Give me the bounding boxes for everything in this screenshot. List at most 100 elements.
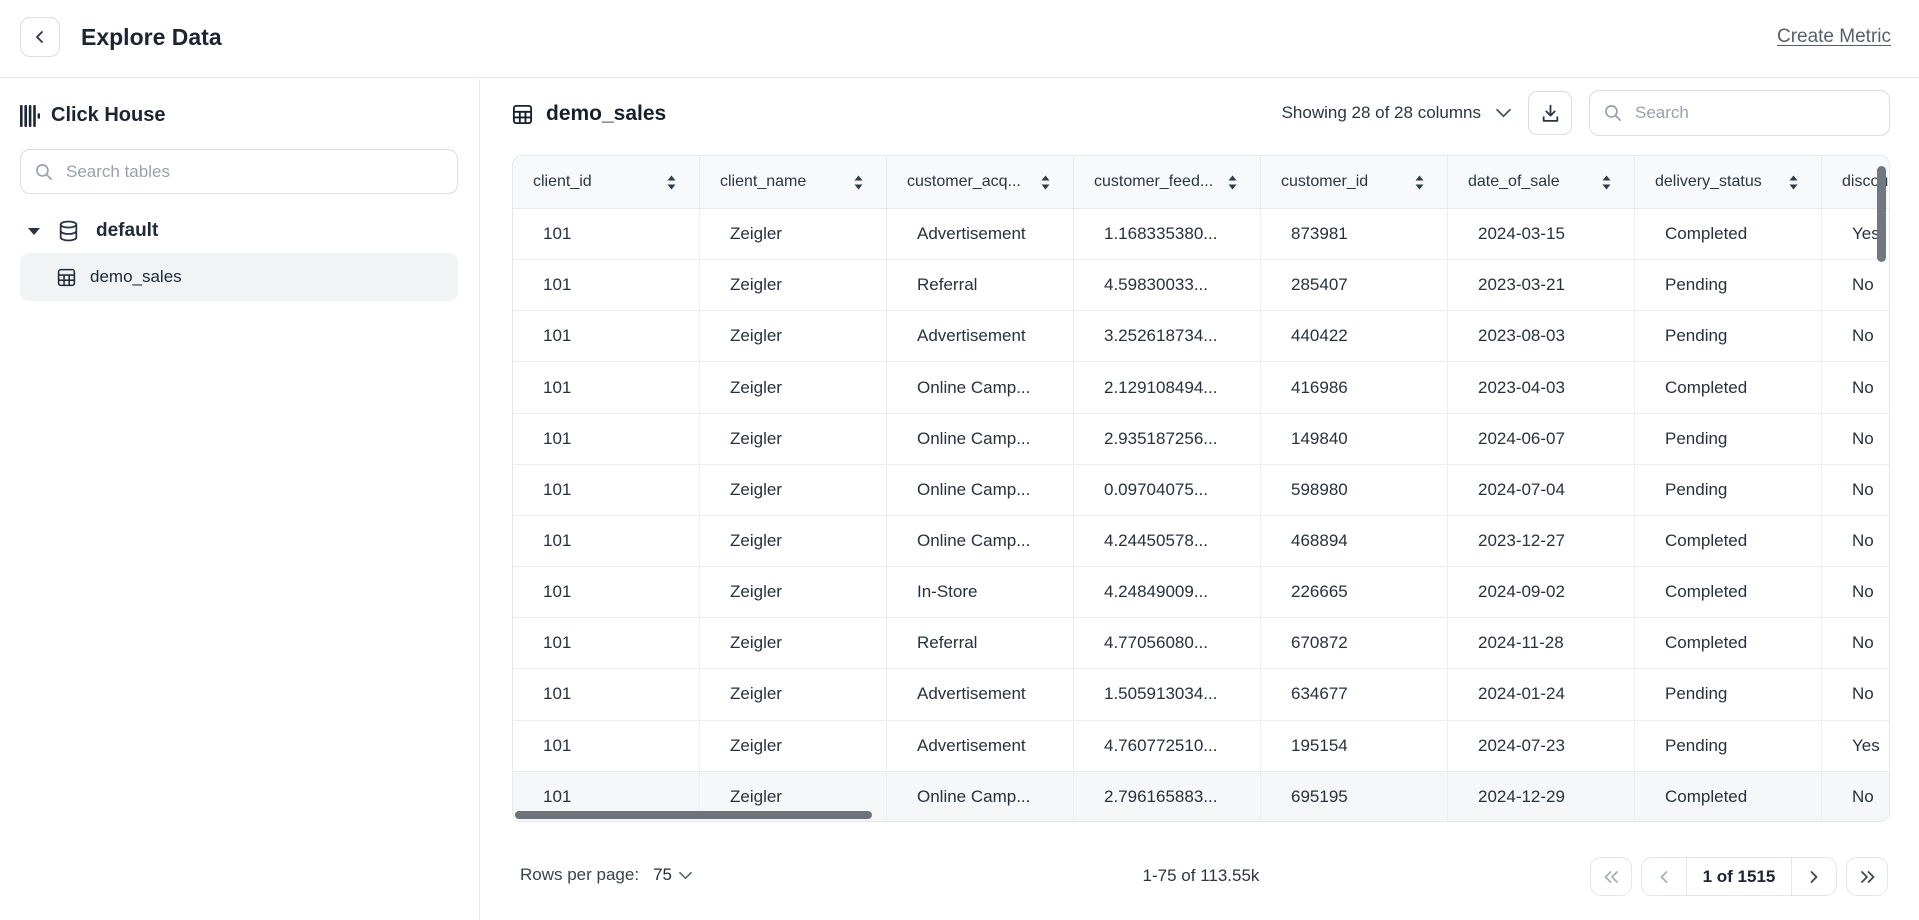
table-cell: Completed — [1635, 772, 1822, 822]
pagination: 1 of 1515 — [1590, 857, 1888, 896]
sort-arrows-icon[interactable] — [853, 175, 864, 190]
table-cell: No — [1822, 311, 1890, 361]
table-cell: Referral — [887, 618, 1074, 668]
next-page-button[interactable] — [1791, 858, 1836, 895]
double-chevron-right-icon — [1859, 870, 1876, 884]
column-header[interactable]: client_id — [513, 156, 700, 208]
table-cell: 2023-08-03 — [1448, 311, 1635, 361]
table-cell: Advertisement — [887, 669, 1074, 719]
table-cell: 2024-11-28 — [1448, 618, 1635, 668]
table-search-input[interactable] — [1633, 102, 1875, 124]
sort-arrows-icon[interactable] — [1788, 175, 1799, 190]
table-cell: 598980 — [1261, 465, 1448, 515]
table-cell: 101 — [513, 618, 700, 668]
chevron-left-icon — [32, 29, 48, 45]
table-cell: Online Camp... — [887, 772, 1074, 822]
column-header[interactable]: date_of_sale — [1448, 156, 1635, 208]
column-header-label: customer_acq... — [907, 173, 1021, 191]
table-row[interactable]: 101ZeiglerOnline Camp...4.24450578...468… — [513, 516, 1890, 567]
table-cell: Completed — [1635, 618, 1822, 668]
column-header[interactable]: client_name — [700, 156, 887, 208]
table-cell: 2.129108494... — [1074, 362, 1261, 412]
table-cell: Completed — [1635, 567, 1822, 617]
table-row[interactable]: 101ZeiglerAdvertisement1.168335380...873… — [513, 209, 1890, 260]
table-cell: 873981 — [1261, 209, 1448, 259]
previous-page-button[interactable] — [1642, 858, 1687, 895]
column-header[interactable]: delivery_status — [1635, 156, 1822, 208]
table-cell: 226665 — [1261, 567, 1448, 617]
sort-arrows-icon[interactable] — [1601, 175, 1612, 190]
sort-arrows-icon[interactable] — [1227, 175, 1238, 190]
table-cell: Online Camp... — [887, 362, 1074, 412]
table-row[interactable]: 101ZeiglerReferral4.77056080...670872202… — [513, 618, 1890, 669]
create-metric-link[interactable]: Create Metric — [1777, 26, 1891, 48]
column-header-label: delivery_status — [1655, 173, 1762, 191]
table-row[interactable]: 101ZeiglerReferral4.59830033...285407202… — [513, 260, 1890, 311]
table-cell: 670872 — [1261, 618, 1448, 668]
table-cell: 4.59830033... — [1074, 260, 1261, 310]
table-cell: Referral — [887, 260, 1074, 310]
download-icon — [1540, 103, 1561, 124]
sort-arrows-icon[interactable] — [1040, 175, 1051, 190]
sort-arrows-icon[interactable] — [666, 175, 677, 190]
table-cell: 0.09704075... — [1074, 465, 1261, 515]
sidebar-item-database-default[interactable]: default — [27, 212, 158, 250]
database-icon — [56, 219, 81, 244]
search-icon — [1604, 104, 1622, 122]
column-header[interactable]: customer_id — [1261, 156, 1448, 208]
table-cell: 2.796165883... — [1074, 772, 1261, 822]
table-cell: 1.168335380... — [1074, 209, 1261, 259]
table-cell: 101 — [513, 311, 700, 361]
table-cell: No — [1822, 669, 1890, 719]
datasource-name: Click House — [51, 104, 165, 127]
table-cell: Pending — [1635, 414, 1822, 464]
main-panel: demo_sales Showing 28 of 28 columns clie… — [481, 79, 1919, 920]
table-row[interactable]: 101ZeiglerAdvertisement4.760772510...195… — [513, 721, 1890, 772]
table-cell: Online Camp... — [887, 516, 1074, 566]
double-chevron-left-icon — [1603, 870, 1620, 884]
chevron-down-icon — [1496, 108, 1511, 118]
column-header[interactable]: customer_acq... — [887, 156, 1074, 208]
sidebar-item-demo-sales[interactable]: demo_sales — [20, 253, 458, 301]
table-cell: Zeigler — [700, 362, 887, 412]
table-cell: 2024-06-07 — [1448, 414, 1635, 464]
columns-visibility-dropdown[interactable]: Showing 28 of 28 columns — [1282, 103, 1511, 123]
table-row[interactable]: 101ZeiglerAdvertisement1.505913034...634… — [513, 669, 1890, 720]
first-page-button[interactable] — [1590, 857, 1632, 896]
table-cell: 101 — [513, 260, 700, 310]
search-tables-input[interactable] — [64, 161, 443, 183]
table-cell: Zeigler — [700, 618, 887, 668]
page-indicator: 1 of 1515 — [1687, 858, 1791, 895]
table-cell: 4.77056080... — [1074, 618, 1261, 668]
table-cell: Pending — [1635, 260, 1822, 310]
page-title: Explore Data — [81, 24, 222, 51]
table-cell: 101 — [513, 669, 700, 719]
last-page-button[interactable] — [1846, 857, 1888, 896]
caret-down-icon[interactable] — [27, 227, 41, 236]
table-cell: Pending — [1635, 311, 1822, 361]
table-toolbar: Showing 28 of 28 columns — [1282, 90, 1890, 136]
table-grid-icon — [56, 267, 77, 288]
table-row[interactable]: 101ZeiglerAdvertisement3.252618734...440… — [513, 311, 1890, 362]
table-cell: Yes — [1822, 721, 1890, 771]
vertical-scrollbar[interactable] — [1877, 166, 1886, 262]
sidebar: Click House default demo_sales — [0, 79, 480, 920]
download-button[interactable] — [1528, 91, 1572, 135]
table-row[interactable]: 101ZeiglerOnline Camp...0.09704075...598… — [513, 465, 1890, 516]
clickhouse-icon — [20, 105, 40, 127]
table-cell: 634677 — [1261, 669, 1448, 719]
table-row[interactable]: 101ZeiglerIn-Store4.24849009...226665202… — [513, 567, 1890, 618]
columns-summary-label: Showing 28 of 28 columns — [1282, 103, 1481, 123]
table-row[interactable]: 101ZeiglerOnline Camp...2.935187256...14… — [513, 414, 1890, 465]
sort-arrows-icon[interactable] — [1414, 175, 1425, 190]
table-cell: 2024-01-24 — [1448, 669, 1635, 719]
table-cell: 285407 — [1261, 260, 1448, 310]
back-button[interactable] — [20, 17, 60, 57]
table-cell: 2024-03-15 — [1448, 209, 1635, 259]
table-cell: 101 — [513, 465, 700, 515]
table-row[interactable]: 101ZeiglerOnline Camp...2.129108494...41… — [513, 362, 1890, 413]
table-cell: 101 — [513, 362, 700, 412]
horizontal-scrollbar[interactable] — [515, 811, 872, 819]
table-cell: 2024-09-02 — [1448, 567, 1635, 617]
column-header[interactable]: customer_feed... — [1074, 156, 1261, 208]
